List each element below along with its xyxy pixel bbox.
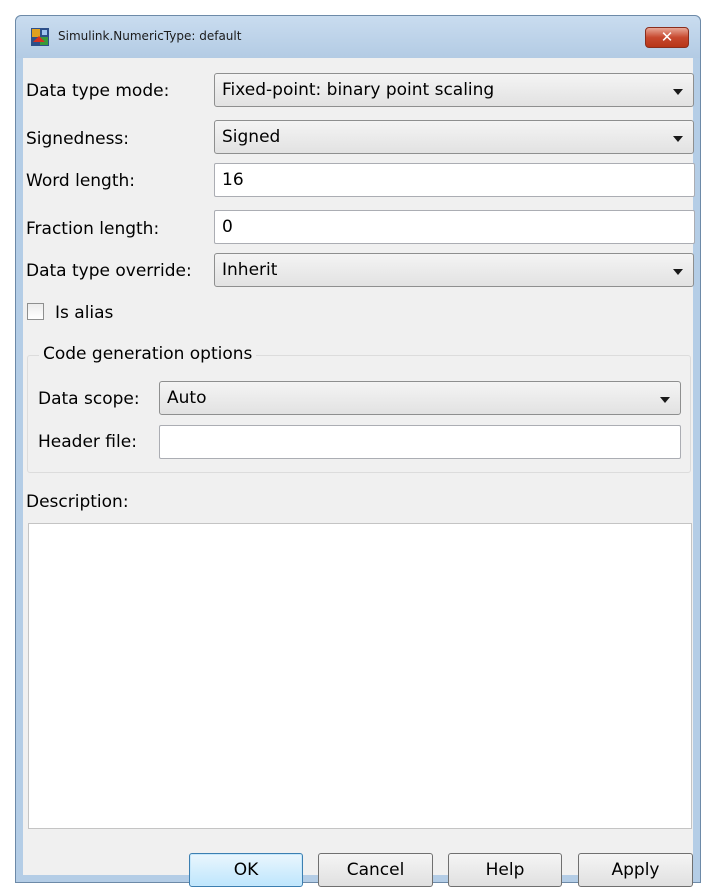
simulink-app-icon [31,28,49,46]
cancel-button[interactable]: Cancel [318,853,433,887]
fraction-length-input[interactable]: 0 [214,210,695,244]
data-type-mode-label: Data type mode: [26,81,170,101]
chevron-down-icon [673,136,683,142]
chevron-down-icon [660,397,670,403]
word-length-value: 16 [222,170,244,190]
data-type-mode-value: Fixed-point: binary point scaling [222,80,495,100]
code-generation-options-group: Code generation options Data scope: Auto… [27,344,691,473]
data-type-mode-dropdown[interactable]: Fixed-point: binary point scaling [214,73,694,107]
signedness-dropdown[interactable]: Signed [214,120,694,154]
chevron-down-icon [673,269,683,275]
signedness-label: Signedness: [26,129,130,149]
dialog-window: Simulink.NumericType: default ✕ Data typ… [15,15,701,887]
fraction-length-label: Fraction length: [26,219,160,239]
help-button[interactable]: Help [448,853,562,887]
data-type-override-label: Data type override: [26,261,192,281]
chevron-down-icon [673,89,683,95]
word-length-label: Word length: [26,171,136,191]
signedness-value: Signed [222,127,281,147]
data-scope-label: Data scope: [38,389,140,409]
data-type-override-dropdown[interactable]: Inherit [214,253,694,287]
fraction-length-value: 0 [222,217,233,237]
title-bar[interactable]: Simulink.NumericType: default ✕ [16,16,700,58]
ok-button[interactable]: OK [189,853,303,887]
apply-button[interactable]: Apply [578,853,693,887]
data-scope-value: Auto [167,388,207,408]
close-button[interactable]: ✕ [645,27,689,48]
data-type-override-value: Inherit [222,260,278,280]
header-file-label: Header file: [38,432,137,452]
code-generation-options-title: Code generation options [39,344,257,364]
is-alias-checkbox[interactable] [27,303,44,320]
header-file-input[interactable] [159,425,681,459]
description-label: Description: [26,492,129,512]
window-title: Simulink.NumericType: default [58,29,242,43]
word-length-input[interactable]: 16 [214,163,695,197]
is-alias-label: Is alias [55,303,114,323]
dialog-content: Data type mode: Fixed-point: binary poin… [23,58,695,887]
description-textarea[interactable] [28,523,692,829]
data-scope-dropdown[interactable]: Auto [159,381,681,415]
